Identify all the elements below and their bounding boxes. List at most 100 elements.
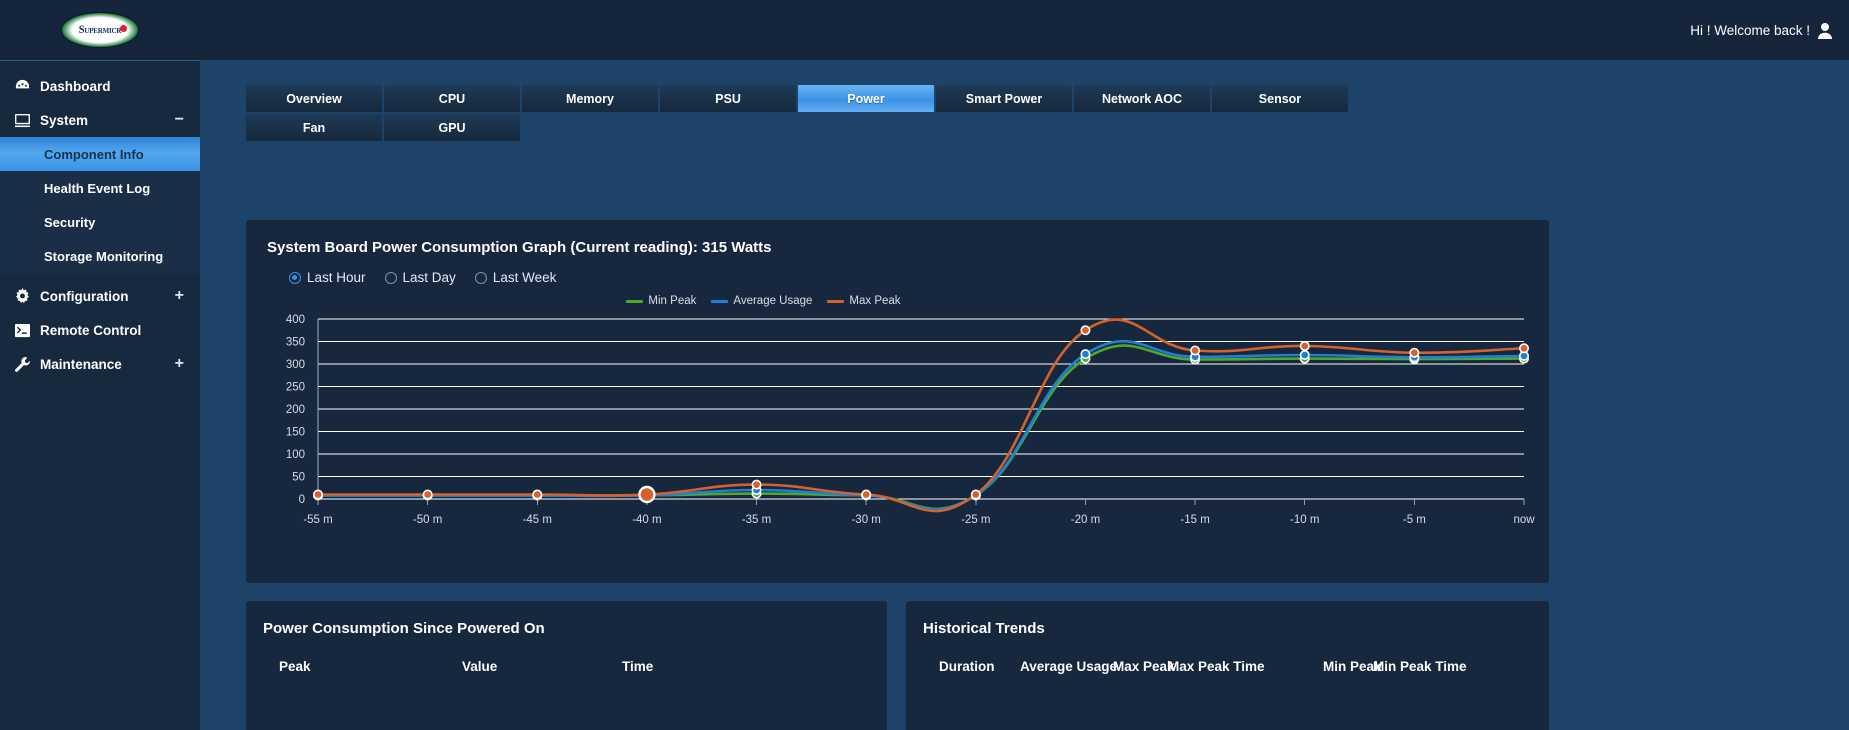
sidebar-subitem-label: Security [44, 214, 96, 230]
tab-smart-power[interactable]: Smart Power [936, 85, 1072, 112]
sidebar: Dashboard System − Component Info Health… [0, 60, 200, 730]
sidebar-subitem-label: Health Event Log [44, 180, 151, 196]
logo-text: Supermicr [78, 24, 122, 36]
legend-label-average-usage: Average Usage [733, 295, 813, 307]
svg-text:-15 m: -15 m [1180, 514, 1209, 526]
sidebar-item-label: Configuration [40, 288, 129, 304]
expand-toggle-icon[interactable]: + [175, 288, 184, 304]
wrench-icon [14, 356, 40, 373]
graph-panel-title: System Board Power Consumption Graph (Cu… [267, 239, 772, 256]
system-submenu: Component Info Health Event Log Security… [0, 137, 200, 273]
radio-last-hour[interactable]: Last Hour [289, 270, 366, 285]
tab-fan[interactable]: Fan [246, 114, 382, 141]
svg-text:-45 m: -45 m [523, 514, 552, 526]
radio-last-day[interactable]: Last Day [384, 270, 456, 285]
tab-cpu[interactable]: CPU [384, 85, 520, 112]
column-header-value: Value [462, 659, 498, 674]
tab-label: Power [847, 91, 885, 106]
historical-trends-table-header: Duration Average Usage Max Peak Max Peak… [906, 637, 1549, 674]
welcome-area: Hi ! Welcome back ! [1690, 22, 1833, 39]
main-content: Overview CPU Memory PSU Power Smart Powe… [200, 60, 1849, 730]
sidebar-item-configuration[interactable]: Configuration + [0, 279, 200, 313]
column-header-min-peak-time: Min Peak Time [1373, 659, 1467, 674]
svg-text:200: 200 [286, 404, 305, 416]
tab-label: Memory [566, 91, 614, 106]
svg-text:50: 50 [292, 472, 305, 484]
tab-label: Network AOC [1101, 91, 1183, 106]
tab-label: Sensor [1258, 91, 1302, 106]
sidebar-item-component-info[interactable]: Component Info [0, 137, 200, 171]
sidebar-subitem-label: Storage Monitoring [44, 248, 164, 264]
power-line-chart[interactable]: 0 50 100 150 200 250 300 350 400 -55 m -50 m -45 m -… [246, 307, 1549, 537]
sidebar-item-label: Maintenance [40, 356, 122, 372]
tab-power[interactable]: Power [798, 85, 934, 112]
user-avatar-icon[interactable] [1817, 22, 1833, 39]
svg-text:-40 m: -40 m [632, 514, 661, 526]
svg-text:250: 250 [286, 382, 305, 394]
column-header-peak: Peak [279, 659, 311, 674]
svg-text:-20 m: -20 m [1071, 514, 1100, 526]
legend-item-average-usage[interactable]: Average Usage [711, 295, 812, 307]
tab-label: PSU [715, 91, 741, 106]
chart-legend: Min Peak Average Usage Max Peak [246, 295, 1549, 307]
radio-last-week-indicator[interactable] [474, 271, 487, 284]
sidebar-item-label: System [40, 112, 89, 128]
radio-last-hour-indicator[interactable] [289, 271, 301, 284]
tab-label: Fan [302, 120, 326, 135]
sidebar-item-dashboard[interactable]: Dashboard [0, 69, 200, 103]
component-info-tabs: Overview CPU Memory PSU Power Smart Powe… [200, 60, 1470, 141]
legend-swatch-max-peak [827, 299, 845, 303]
svg-text:0: 0 [299, 494, 305, 506]
logo-dot-icon [120, 25, 127, 32]
tab-memory[interactable]: Memory [522, 85, 658, 112]
column-header-average-usage: Average Usage [1020, 659, 1118, 674]
legend-swatch-average-usage [711, 299, 729, 303]
svg-text:-10 m: -10 m [1290, 514, 1319, 526]
radio-last-day-indicator[interactable] [384, 271, 397, 284]
supermicro-logo[interactable]: Supermicr [0, 0, 200, 60]
svg-text:-55 m: -55 m [303, 514, 332, 526]
svg-text:-30 m: -30 m [851, 514, 880, 526]
svg-text:150: 150 [286, 427, 305, 439]
chart-svg: 0 50 100 150 200 250 300 350 400 -55 m -50 m -45 m -… [286, 314, 1535, 526]
tab-label: Smart Power [965, 91, 1043, 106]
legend-swatch-min-peak [626, 299, 644, 303]
sidebar-item-security[interactable]: Security [0, 205, 200, 239]
sidebar-item-label: Dashboard [40, 78, 111, 94]
sidebar-item-label: Remote Control [40, 322, 142, 338]
historical-trends-panel: Historical Trends Duration Average Usage… [906, 601, 1549, 730]
radio-last-day-label: Last Day [402, 270, 456, 285]
svg-text:-35 m: -35 m [742, 514, 771, 526]
svg-text:400: 400 [286, 314, 305, 326]
terminal-icon [14, 323, 40, 338]
tab-psu[interactable]: PSU [660, 85, 796, 112]
svg-text:300: 300 [286, 359, 305, 371]
tab-sensor[interactable]: Sensor [1212, 85, 1348, 112]
tab-label: Overview [286, 91, 342, 106]
collapse-toggle-icon[interactable]: − [175, 112, 184, 128]
legend-label-min-peak: Min Peak [648, 295, 697, 307]
column-header-duration: Duration [939, 659, 995, 674]
sidebar-item-maintenance[interactable]: Maintenance + [0, 347, 200, 381]
tab-label: CPU [438, 91, 466, 106]
expand-toggle-icon[interactable]: + [175, 356, 184, 372]
legend-item-max-peak[interactable]: Max Peak [827, 295, 901, 307]
welcome-text: Hi ! Welcome back ! [1690, 22, 1810, 38]
power-since-powered-on-panel: Power Consumption Since Powered On Peak … [246, 601, 887, 730]
tab-gpu[interactable]: GPU [384, 114, 520, 141]
svg-text:350: 350 [286, 337, 305, 349]
tab-label: GPU [438, 120, 466, 135]
tab-network-aoc[interactable]: Network AOC [1074, 85, 1210, 112]
power-since-powered-on-title: Power Consumption Since Powered On [263, 620, 545, 637]
power-consumption-graph-panel: System Board Power Consumption Graph (Cu… [246, 220, 1549, 583]
tab-overview[interactable]: Overview [246, 85, 382, 112]
sidebar-item-remote-control[interactable]: Remote Control [0, 313, 200, 347]
sidebar-item-system[interactable]: System − [0, 103, 200, 137]
power-since-powered-on-table-header: Peak Value Time [246, 637, 887, 674]
column-header-max-peak-time: Max Peak Time [1168, 659, 1265, 674]
sidebar-item-health-event-log[interactable]: Health Event Log [0, 171, 200, 205]
legend-label-max-peak: Max Peak [849, 295, 901, 307]
radio-last-week[interactable]: Last Week [474, 270, 556, 285]
sidebar-item-storage-monitoring[interactable]: Storage Monitoring [0, 239, 200, 273]
legend-item-min-peak[interactable]: Min Peak [626, 295, 696, 307]
